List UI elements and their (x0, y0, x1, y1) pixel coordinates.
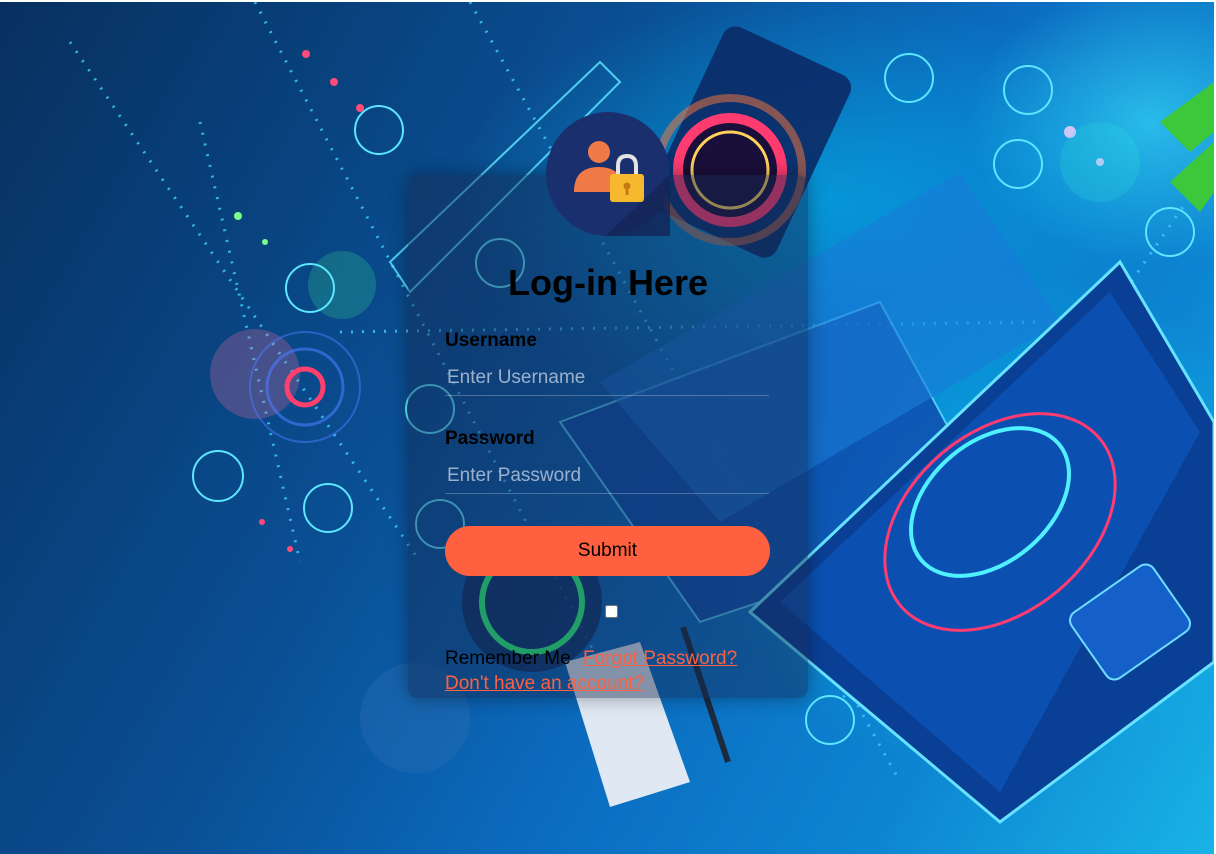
forgot-password-link[interactable]: Forgot Password? (583, 648, 737, 670)
password-label: Password (445, 428, 535, 449)
signup-link[interactable]: Don't have an account? (445, 673, 644, 695)
username-label: Username (445, 330, 537, 351)
remember-me-label: Remember Me (445, 648, 571, 669)
username-input[interactable] (445, 361, 769, 396)
page-title: Log-in Here (507, 262, 708, 303)
user-lock-icon (574, 141, 670, 236)
password-input[interactable] (445, 459, 769, 494)
remember-me-checkbox[interactable] (605, 605, 618, 618)
submit-button[interactable]: Submit (445, 526, 770, 576)
avatar (546, 112, 670, 236)
